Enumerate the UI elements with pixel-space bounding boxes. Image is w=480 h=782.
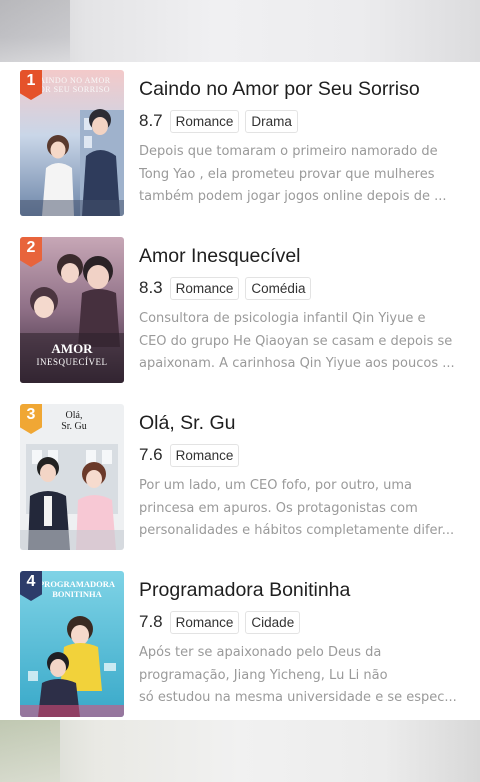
drama-title[interactable]: Olá, Sr. Gu [139, 412, 459, 435]
cover-image[interactable]: CAINDO NO AMOR POR SEU SORRISO 1 [20, 70, 124, 216]
list-item[interactable]: Olá, Sr. Gu 3 Olá, Sr. Gu 7.6 Romance Po… [20, 404, 460, 550]
meta-row: 8.3 Romance Comédia [139, 275, 317, 301]
genre-tag[interactable]: Romance [169, 443, 240, 467]
drama-description: Depois que tomaram o primeiro namorado d… [139, 141, 459, 209]
rating-score: 7.8 [139, 612, 163, 631]
cover-image[interactable]: AMOR INESQUECÍVEL 2 [20, 237, 124, 383]
blurred-bottom-background [0, 720, 480, 782]
meta-row: 7.6 Romance [139, 442, 245, 468]
genre-tag[interactable]: Comédia [245, 276, 312, 300]
description-line: CEO do grupo He Qiaoyan se casam e depoi… [139, 333, 453, 349]
genre-tag[interactable]: Romance [169, 109, 240, 133]
list-item[interactable]: PROGRAMADORA BONITINHA 4 Programadora Bo… [20, 571, 460, 717]
list-item[interactable]: CAINDO NO AMOR POR SEU SORRISO 1 Caindo … [20, 70, 460, 216]
drama-title[interactable]: Amor Inesquecível [139, 245, 459, 268]
cover-image[interactable]: PROGRAMADORA BONITINHA 4 [20, 571, 124, 717]
description-line: também podem jogar jogos online depois d… [139, 189, 447, 204]
drama-ranking-list: CAINDO NO AMOR POR SEU SORRISO 1 Caindo … [0, 62, 480, 720]
drama-description: Por um lado, um CEO fofo, por outro, uma… [139, 475, 459, 543]
genre-tag[interactable]: Cidade [245, 610, 301, 634]
description-line: apaixonam. A carinhosa Qin Yiyue aos pou… [139, 356, 455, 371]
description-line: Depois que tomaram o primeiro namorado d… [139, 144, 438, 159]
drama-description: Após ter se apaixonado pelo Deus da prog… [139, 642, 459, 710]
drama-title[interactable]: Programadora Bonitinha [139, 579, 459, 602]
description-line: Consultora de psicologia infantil Qin Yi… [139, 311, 426, 326]
blurred-top-background [0, 0, 480, 62]
drama-title[interactable]: Caindo no Amor por Seu Sorriso [139, 78, 459, 101]
description-line: só estudou na mesma universidade e se es… [139, 690, 457, 705]
genre-tag[interactable]: Drama [245, 109, 298, 133]
genre-tag[interactable]: Romance [169, 276, 240, 300]
drama-description: Consultora de psicologia infantil Qin Yi… [139, 308, 459, 376]
list-item[interactable]: AMOR INESQUECÍVEL 2 Amor Inesquecível 8.… [20, 237, 460, 383]
cover-caption: AMOR INESQUECÍVEL [36, 341, 108, 367]
genre-tag[interactable]: Romance [169, 610, 240, 634]
description-line: Após ter se apaixonado pelo Deus da [139, 645, 382, 660]
cover-image[interactable]: Olá, Sr. Gu 3 [20, 404, 124, 550]
description-line: programação, Jiang Yicheng, Lu Li não [139, 667, 388, 683]
description-line: Tong Yao , ela prometeu provar que mulhe… [139, 166, 435, 182]
meta-row: 7.8 Romance Cidade [139, 609, 306, 635]
description-line: Por um lado, um CEO fofo, por outro, uma [139, 478, 413, 493]
description-line: personalidades e hábitos completamente d… [139, 523, 455, 538]
description-line: princesa em apuros. Os protagonistas com [139, 500, 418, 516]
meta-row: 8.7 Romance Drama [139, 108, 304, 134]
cover-caption: PROGRAMADORA BONITINHA [38, 579, 116, 599]
rating-score: 7.6 [139, 445, 163, 464]
rating-score: 8.3 [139, 278, 163, 297]
cover-caption: Olá, Sr. Gu [61, 410, 87, 432]
rating-score: 8.7 [139, 111, 163, 130]
